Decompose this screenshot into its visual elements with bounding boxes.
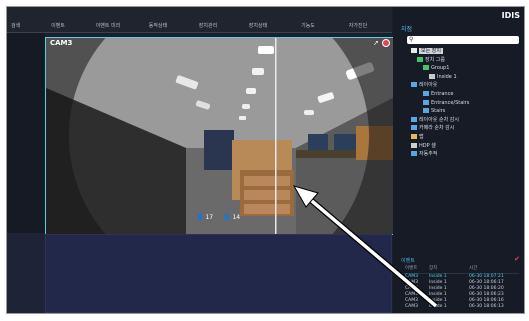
tree-item-label: 맵 [419,133,424,140]
menu-tab[interactable]: 이벤트 미리 [83,22,133,31]
tree-node-icon [411,48,417,53]
tree-item[interactable]: 카메라 순차 감시 [407,124,519,133]
camera-tile[interactable]: CAM3 ➚ 👤 17 👤 14 [45,37,394,235]
menu-tabs: 검색 이벤트 이벤트 미리 동작상태 장치관리 장치상태 기능도 자가진단 [7,22,383,31]
event-table-header: 이벤트 장치 시간 [399,265,519,274]
site-panel-title: 지점 [401,26,413,33]
camera-status-icons: ➚ [373,39,390,47]
tree-item-label: Entrance [431,90,454,97]
menu-tab[interactable]: 검색 [7,22,33,31]
tree-item-label: 모든 장치 [419,48,443,54]
col-time[interactable]: 시간 [469,265,519,273]
tree-item[interactable]: 자동추적 [407,150,519,159]
event-time: 06-30 18:06:13 [469,304,504,309]
menu-divider [7,32,392,33]
tree-node-icon [423,65,429,71]
menu-tab[interactable]: 기능도 [283,22,333,31]
search-icon: ⚲ [409,36,414,43]
tree-item[interactable]: 맵 [407,133,519,142]
tree-item-label: 레이아웃 [419,82,438,89]
tree-item[interactable]: 장치 그룹 [407,56,519,65]
app-window: 검색 이벤트 이벤트 미리 동작상태 장치관리 장치상태 기능도 자가진단 CA… [6,6,525,314]
menu-tab[interactable]: 장치상태 [233,22,283,31]
event-row[interactable]: CAM3 Inside 1 06-30 18:06:13 [399,304,519,310]
col-event[interactable]: 이벤트 [399,265,429,273]
tree-node-icon [411,116,417,122]
left-pane [7,33,45,313]
camera-video-feed [46,38,393,234]
tree-item-label: Inside 1 [437,73,457,80]
tree-item-label: 레이아웃 순차 감시 [419,116,459,123]
right-panel: IDIS 지점 ⚲ 모든 장치 장치 그룹 Group1 Inside 1 레이아웃 En… [393,7,524,313]
menu-tab[interactable]: 이벤트 [33,22,83,31]
menu-tab[interactable]: 장치관리 [183,22,233,31]
tree-node-icon [423,108,429,114]
tree-item-label: Group1 [431,65,450,72]
pin-icon[interactable]: ➚ [373,39,379,47]
event-rows: CAM3 Inside 1 06-30 18:07:21 CAM3 Inside 1 06… [399,274,519,310]
event-name: CAM3 [405,304,418,309]
person-count: 👤 17 [196,214,213,221]
tree-item-label: 장치 그룹 [425,56,445,63]
tree-item[interactable]: 레이아웃 [407,81,519,90]
tree-item-label: Entrance/Stairs [431,99,470,106]
tree-item[interactable]: HDP 셀 [407,142,519,151]
site-tree: 모든 장치장치 그룹 Group1 Inside 1 레이아웃 Entrance Entr… [407,47,519,159]
tree-node-icon [411,82,417,88]
tree-item-label: Stairs [431,108,446,115]
tree-node-icon [423,90,429,96]
tree-item[interactable]: 모든 장치 [407,47,519,56]
tree-node-icon [417,56,423,62]
search-input[interactable]: ⚲ [407,36,519,44]
event-device: Inside 1 [429,304,447,309]
other-count-value: 14 [232,214,241,221]
brand-logo: IDIS [501,11,520,20]
tree-item-label: 카메라 순차 감시 [419,125,455,132]
person-count-value: 17 [205,214,214,221]
record-icon[interactable] [382,39,390,47]
other-count: 👤 14 [223,214,240,221]
camera-title: CAM3 [50,39,73,47]
tree-item[interactable]: Inside 1 [407,73,519,82]
col-device[interactable]: 장치 [429,265,469,273]
tree-item[interactable]: Group1 [407,64,519,73]
left-pane-lower [7,233,45,313]
menu-tab[interactable]: 동작상태 [133,22,183,31]
tree-node-icon [411,142,417,148]
tree-item-label: 자동추적 [419,151,438,158]
person-out-icon: 👤 [223,214,231,221]
event-table: 이벤트 장치 시간 CAM3 Inside 1 06-30 18:07:21 CAM3… [399,265,519,310]
tree-node-icon [411,133,417,139]
person-icon: 👤 [196,214,204,221]
event-panel-title: 이벤트 [401,258,415,264]
tree-node-icon [411,151,417,157]
empty-camera-tile[interactable] [45,234,392,313]
top-menu-bar: 검색 이벤트 이벤트 미리 동작상태 장치관리 장치상태 기능도 자가진단 [7,7,392,33]
tree-node-icon [423,99,429,105]
menu-tab[interactable]: 자가진단 [333,22,383,31]
tree-node-icon [411,125,417,131]
tree-item[interactable]: Entrance/Stairs [407,99,519,108]
event-panel-toggle-icon[interactable]: ✔ [514,255,520,263]
tree-item[interactable]: 레이아웃 순차 감시 [407,116,519,125]
tree-item-label: HDP 셀 [419,142,436,149]
tree-node-icon [429,73,435,79]
tree-item[interactable]: Entrance [407,90,519,99]
people-count-overlay: 👤 17 👤 14 [196,214,240,221]
tree-item[interactable]: Stairs [407,107,519,116]
